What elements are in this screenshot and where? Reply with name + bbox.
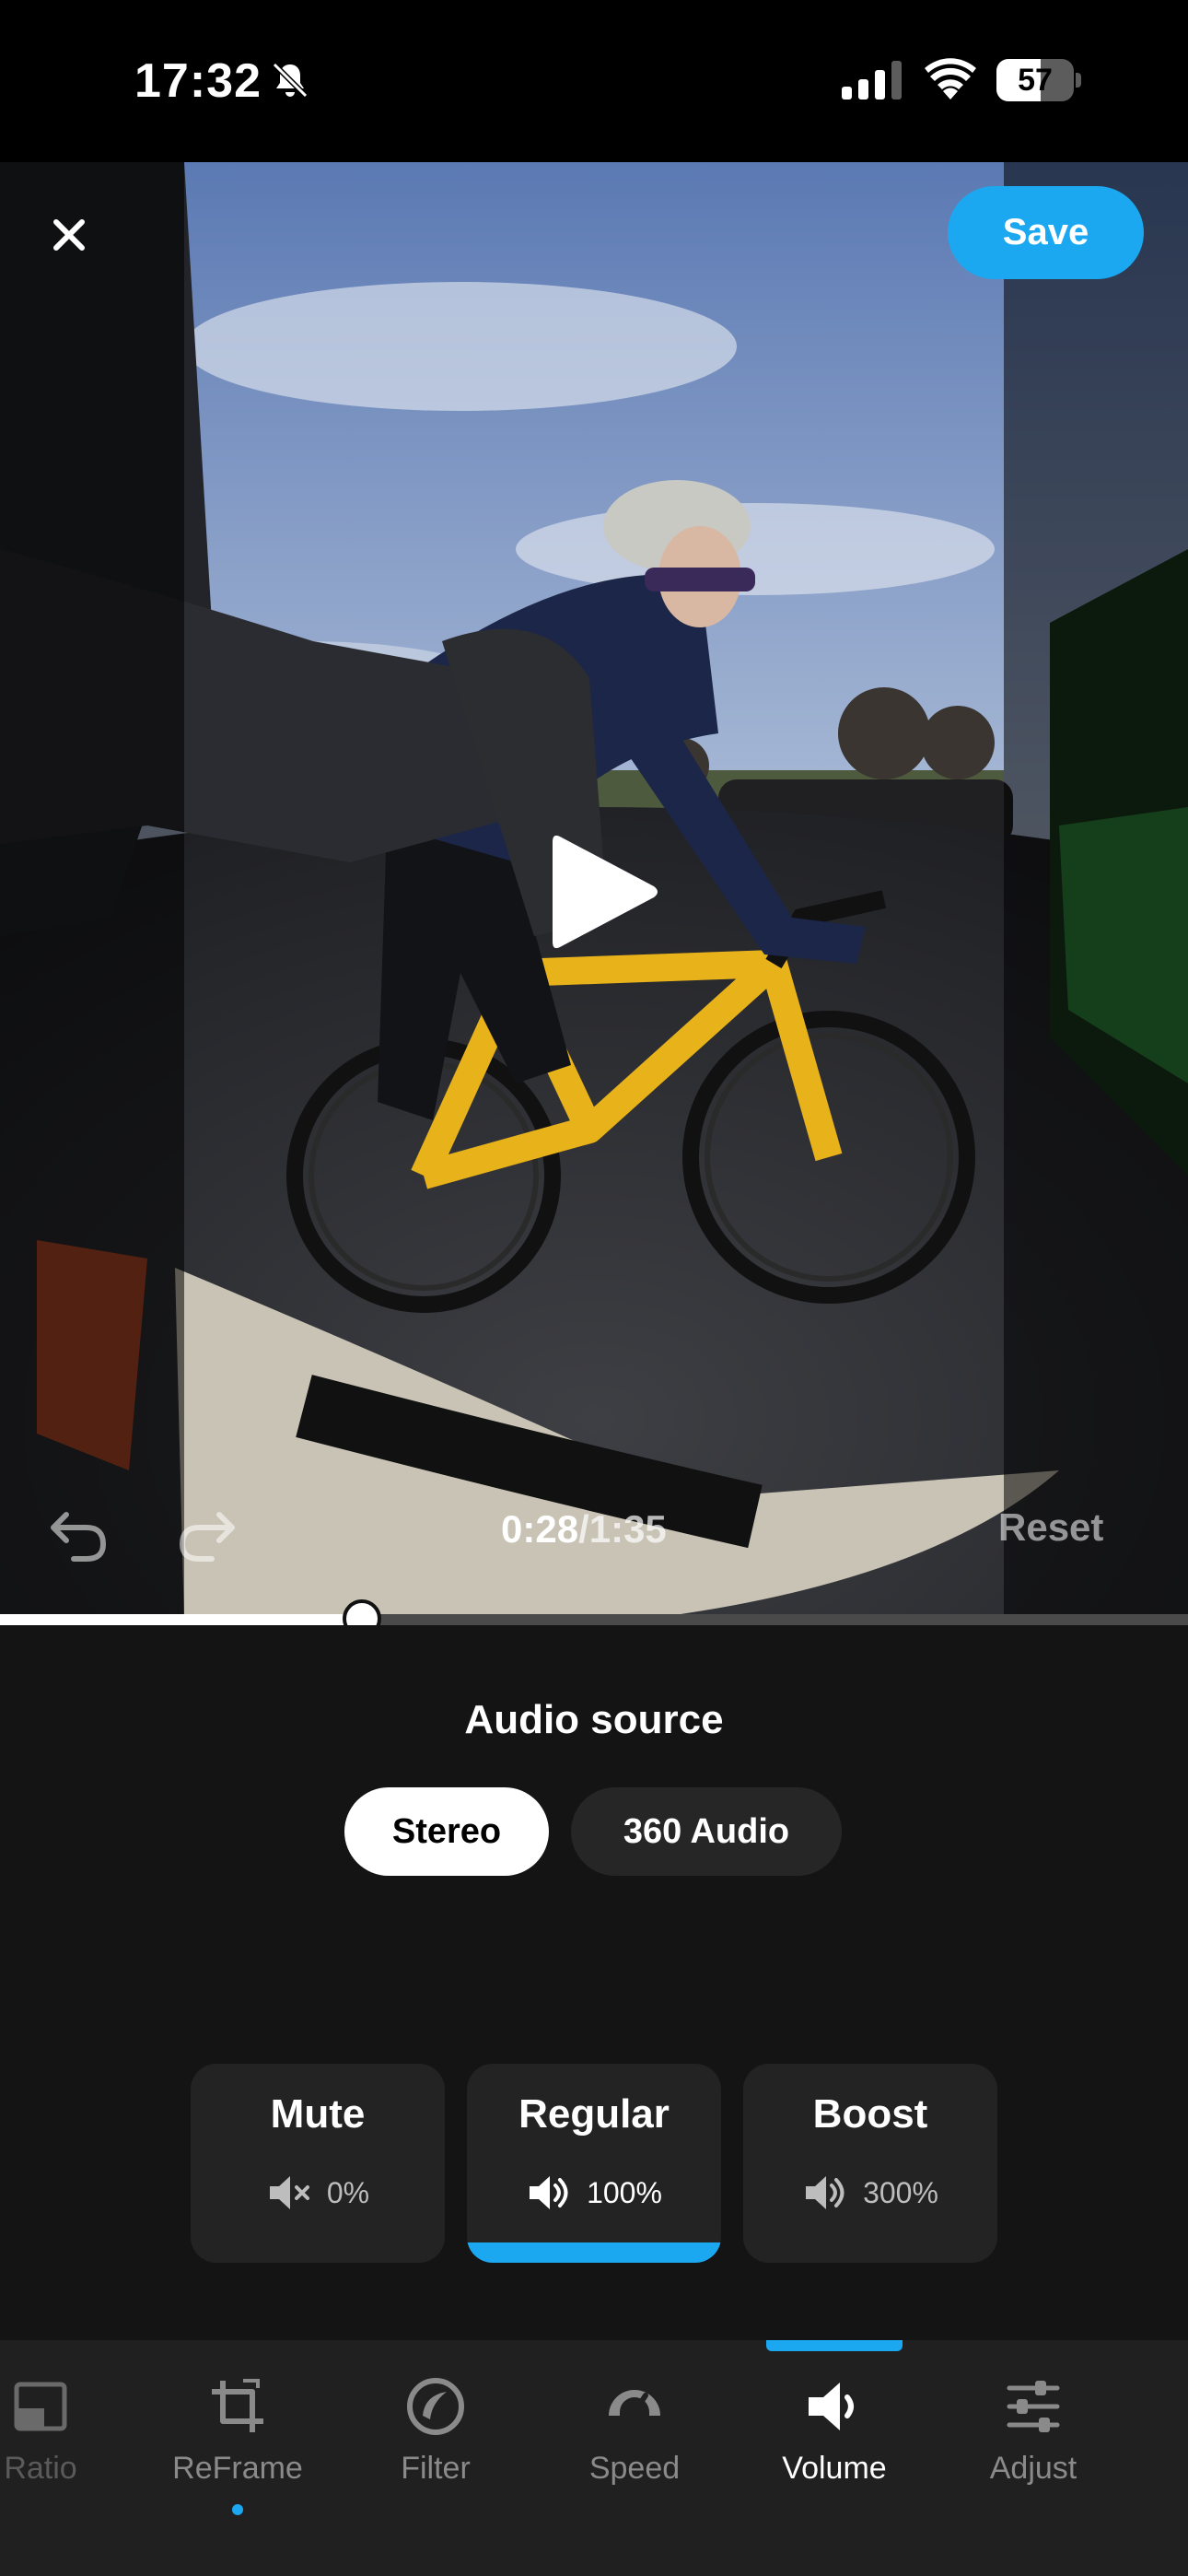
close-button[interactable] — [37, 203, 101, 267]
speaker-icon — [809, 2383, 854, 2430]
video-preview[interactable]: Save 0:28/1:35 Reset — [0, 162, 1188, 1623]
tab-filter-label: Filter — [401, 2451, 471, 2486]
timecode: 0:28/1:35 — [501, 1507, 667, 1551]
tab-ratio[interactable]: Ratio — [0, 2375, 142, 2541]
bell-slash-icon — [272, 62, 309, 99]
play-button[interactable] — [543, 827, 663, 956]
tab-adjust[interactable]: Adjust — [932, 2375, 1135, 2541]
volume-regular-card[interactable]: Regular 100% — [467, 2064, 721, 2263]
undo-icon — [51, 1512, 106, 1562]
volume-boost-value: 300% — [863, 2175, 938, 2209]
battery-percent: 57 — [1018, 63, 1053, 98]
audio-source-title: Audio source — [464, 1697, 724, 1742]
volume-regular-value: 100% — [587, 2175, 662, 2209]
play-icon — [553, 835, 658, 949]
wifi-icon — [925, 58, 976, 100]
sliders-icon — [1007, 2381, 1060, 2432]
active-tab-indicator — [766, 2340, 903, 2351]
tab-volume-label: Volume — [782, 2451, 887, 2486]
close-icon — [53, 219, 85, 251]
tab-speed[interactable]: Speed — [533, 2375, 736, 2541]
tab-reframe-label: ReFrame — [172, 2451, 303, 2486]
tab-speed-label: Speed — [588, 2451, 681, 2486]
filter-icon — [407, 2378, 464, 2435]
redo-icon — [180, 1512, 235, 1562]
scrubber-progress — [0, 1614, 363, 1625]
current-time: 0:28 — [501, 1507, 579, 1551]
tab-filter[interactable]: Filter — [334, 2375, 537, 2541]
reset-button[interactable]: Reset — [998, 1505, 1103, 1550]
tab-volume[interactable]: Volume — [733, 2375, 936, 2541]
crop-mask-left — [0, 162, 184, 1623]
editor-tab-bar: Ratio ReFrame Filter Speed Volume Adjust — [0, 2340, 1188, 2576]
status-bar: 17:32 57 — [0, 0, 1188, 162]
volume-boost-card[interactable]: Boost 300% — [743, 2064, 997, 2263]
ratio-icon — [14, 2382, 67, 2431]
volume-regular-label: Regular — [518, 2091, 670, 2137]
speedometer-icon — [609, 2390, 660, 2416]
speaker-boost-icon — [806, 2176, 844, 2209]
volume-boost-label: Boost — [812, 2091, 928, 2137]
tab-reframe[interactable]: ReFrame — [136, 2375, 339, 2541]
tab-ratio-label: Ratio — [4, 2451, 77, 2486]
timeline-scrubber[interactable] — [0, 1599, 1188, 1638]
tab-adjust-label: Adjust — [989, 2451, 1077, 2486]
status-time: 17:32 — [134, 54, 262, 108]
stereo-option[interactable]: Stereo — [344, 1787, 549, 1876]
redo-button[interactable] — [175, 1502, 239, 1566]
volume-mute-card[interactable]: Mute 0% — [191, 2064, 445, 2263]
reframe-edited-dot — [232, 2504, 243, 2515]
crop-mask-right — [1004, 162, 1188, 1623]
speaker-icon — [530, 2176, 568, 2209]
volume-panel: Audio source Stereo 360 Audio Mute 0% Re… — [0, 1625, 1188, 2340]
speaker-mute-icon — [269, 2176, 309, 2209]
360-audio-option[interactable]: 360 Audio — [571, 1787, 842, 1876]
volume-mute-value: 0% — [326, 2175, 370, 2209]
undo-button[interactable] — [46, 1502, 111, 1566]
selected-indicator — [467, 2242, 721, 2263]
save-button[interactable]: Save — [948, 186, 1144, 279]
battery-icon: 57 — [996, 59, 1083, 101]
cellular-signal-icon — [842, 61, 902, 100]
total-time: /1:35 — [578, 1507, 667, 1551]
volume-mute-label: Mute — [270, 2091, 366, 2137]
reframe-icon — [212, 2379, 263, 2432]
